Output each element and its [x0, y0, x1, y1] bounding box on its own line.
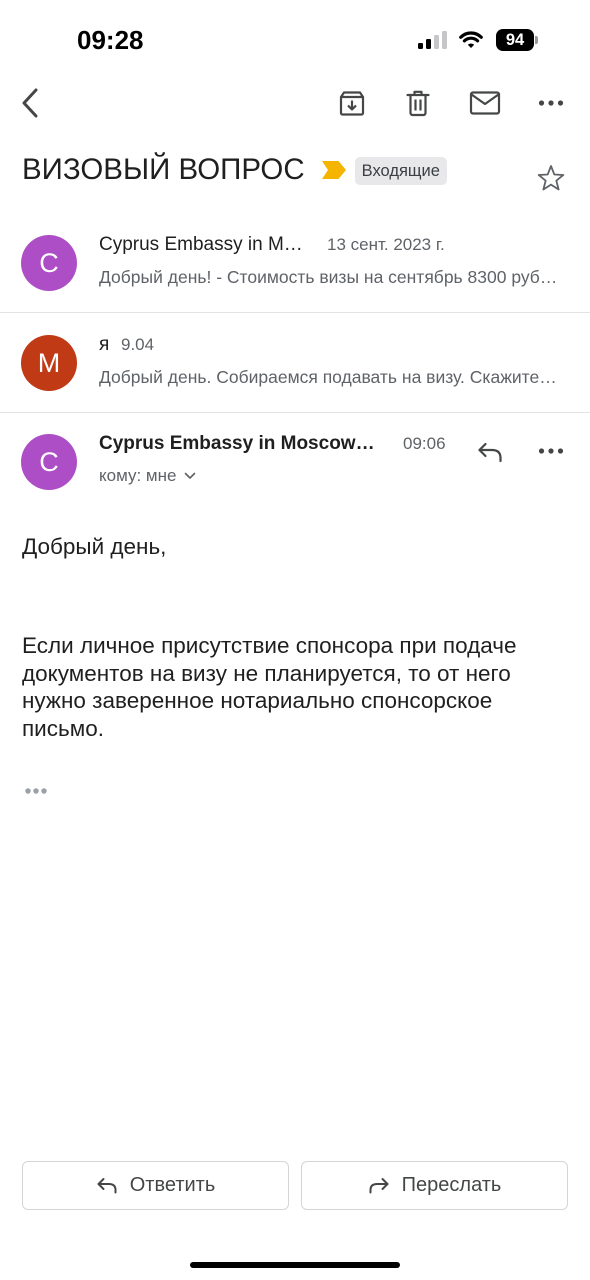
avatar: C	[21, 434, 77, 490]
subject-row: ВИЗОВЫЙ ВОПРОС Входящие	[22, 150, 447, 190]
message-sender: я	[99, 334, 110, 355]
battery-level: 94	[505, 31, 525, 49]
mark-unread-button[interactable]	[466, 84, 504, 122]
home-indicator[interactable]	[190, 1262, 400, 1268]
message-date: 13 сент. 2023 г.	[327, 235, 445, 254]
message-greeting: Добрый день,	[22, 534, 167, 559]
battery-icon: 94	[496, 29, 534, 51]
message-time: 09:06	[403, 434, 446, 453]
cellular-signal-icon	[418, 31, 447, 49]
forward-icon	[369, 1177, 389, 1193]
back-button[interactable]	[12, 83, 48, 123]
more-horizontal-icon	[538, 100, 564, 106]
thread-subject: ВИЗОВЫЙ ВОПРОС	[22, 153, 305, 186]
reply-icon	[478, 442, 502, 463]
body-line: Если личное присутствие спонсора при под…	[22, 633, 517, 658]
message-row-collapsed[interactable]: M я 9.04 Добрый день. Собираемся подават…	[0, 313, 590, 412]
avatar: C	[21, 235, 77, 291]
body-line: письмо.	[22, 716, 104, 742]
message-body: Если личное присутствие спонсора при под…	[22, 632, 517, 743]
archive-button[interactable]	[333, 84, 371, 122]
reply-action-button[interactable]: Ответить	[22, 1161, 289, 1210]
message-snippet: Добрый день! - Стоимость визы на сентябр…	[99, 267, 558, 287]
archive-icon	[339, 91, 365, 116]
avatar: M	[21, 335, 77, 391]
message-more-button[interactable]	[533, 433, 569, 469]
star-outline-icon	[537, 165, 565, 191]
more-horizontal-icon	[538, 448, 564, 454]
status-time: 09:28	[77, 25, 144, 55]
battery-nub	[535, 36, 538, 44]
delete-button[interactable]	[399, 84, 437, 122]
message-header-expanded[interactable]: C Cyprus Embassy in Moscow… 09:06 кому: …	[0, 413, 590, 503]
recipient-label: кому: мне	[99, 466, 177, 485]
reply-action-label: Ответить	[129, 1174, 216, 1196]
chevron-left-icon	[22, 88, 38, 118]
recipients-toggle[interactable]: кому: мне	[99, 464, 196, 488]
reply-button[interactable]	[472, 434, 508, 470]
wifi-icon	[459, 31, 483, 48]
forward-action-label: Переслать	[401, 1174, 502, 1196]
reply-icon	[97, 1177, 117, 1193]
message-sender: Cyprus Embassy in Moscow…	[99, 433, 375, 454]
message-snippet: Добрый день. Собираемся подавать на визу…	[99, 367, 557, 387]
more-options-button[interactable]	[532, 86, 570, 120]
star-button[interactable]	[533, 160, 569, 196]
body-line: документов на визу не планируется, то от…	[22, 660, 511, 686]
forward-action-button[interactable]: Переслать	[301, 1161, 568, 1210]
trash-icon	[406, 90, 430, 117]
body-line: нужно заверенное нотариально спонсорское	[22, 688, 493, 714]
message-date: 9.04	[121, 335, 155, 354]
mail-icon	[469, 91, 501, 115]
more-horizontal-icon	[25, 788, 47, 794]
label-chip-inbox[interactable]: Входящие	[354, 157, 447, 185]
message-row-collapsed[interactable]: C Cyprus Embassy in M… 13 сент. 2023 г. …	[0, 213, 590, 312]
message-sender: Cyprus Embassy in M…	[99, 234, 303, 255]
chevron-down-icon	[185, 472, 196, 479]
importance-marker-icon[interactable]	[321, 161, 346, 179]
show-trimmed-content-button[interactable]	[22, 780, 50, 802]
